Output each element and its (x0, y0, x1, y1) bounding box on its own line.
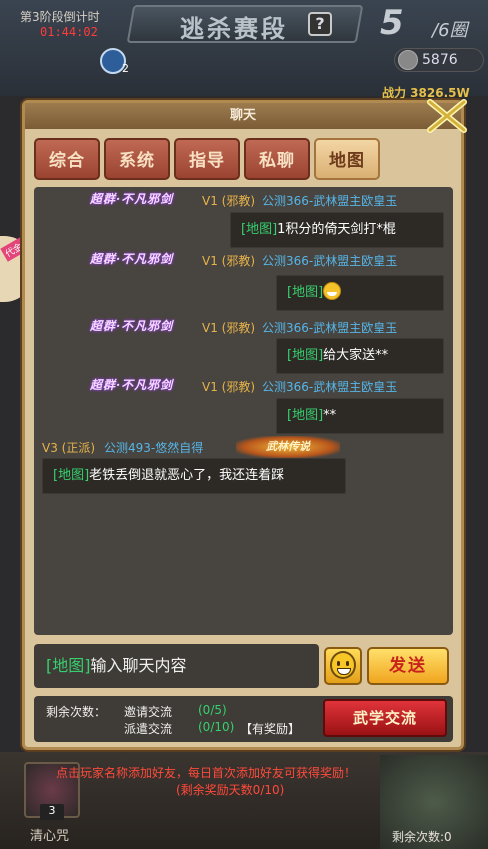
message-text: 老铁丢倒退就恶心了，我还连着踩 (89, 468, 285, 483)
remaining-label: 剩余次数： (46, 705, 107, 719)
send-button[interactable]: 发送 (367, 647, 449, 685)
sender-level: V1 (邪教) (202, 321, 256, 335)
sender-name[interactable]: 公测366-武林盟主欧皇玉 (262, 378, 397, 395)
martial-exchange-button[interactable]: 武学交流 (323, 699, 447, 737)
invite-label: 邀请交流 (124, 705, 173, 719)
sender-level: V3 (正派) (42, 441, 96, 455)
sender-level: V1 (邪教) (202, 254, 256, 268)
mascot-count: 2 (122, 62, 129, 75)
message-bubble: [地图] (276, 275, 444, 311)
sender-name[interactable]: 公测366-武林盟主欧皇玉 (262, 319, 397, 336)
message-channel: [地图] (241, 222, 278, 237)
game-title: 逃杀赛段 (180, 14, 288, 43)
smiley-icon (330, 651, 356, 679)
sender-level: V1 (邪教) (202, 380, 256, 394)
remaining-count: 剩余次数:0 (392, 830, 452, 844)
sender-name[interactable]: 公测493-悠然自得 (104, 439, 203, 456)
reward-days-notice: (剩余奖励天数0/10) (176, 783, 285, 797)
sender-name[interactable]: 公测366-武林盟主欧皇玉 (262, 252, 397, 269)
coin-value: 5876 (422, 52, 458, 68)
sender-title-badge: 超群·不凡邪剑 (90, 252, 174, 266)
item-count: 3 (40, 804, 64, 820)
sender-name[interactable]: 公测366-武林盟主欧皇玉 (262, 192, 397, 209)
input-placeholder: 输入聊天内容 (90, 656, 187, 675)
chat-panel-title: 聊天 (25, 103, 461, 129)
close-icon[interactable] (426, 96, 468, 136)
sender-title-badge: 武林传说 (236, 436, 340, 458)
message-channel: [地图] (287, 348, 324, 363)
invite-count: (0/5) (198, 703, 227, 717)
message-bubble: [地图]1积分的倚天剑打*棍 (230, 212, 444, 248)
message-channel: [地图] (53, 468, 90, 483)
dispatch-count: (0/10) (198, 720, 235, 734)
tab-guide[interactable]: 指导 (174, 138, 240, 180)
message-text: 1积分的倚天剑打*棍 (277, 222, 396, 237)
tab-general[interactable]: 综合 (34, 138, 100, 180)
tab-map[interactable]: 地图 (314, 138, 380, 180)
tab-system[interactable]: 系统 (104, 138, 170, 180)
coin-icon (398, 50, 418, 70)
message-bubble: [地图]老铁丢倒退就恶心了，我还连着踩 (42, 458, 346, 494)
help-icon[interactable]: ? (308, 12, 332, 36)
grin-emoji-icon (323, 282, 342, 300)
sender-title-badge: 超群·不凡邪剑 (90, 192, 174, 206)
tab-private[interactable]: 私聊 (244, 138, 310, 180)
round-total: /6圈 (432, 20, 468, 41)
item-label: 清心咒 (30, 829, 70, 844)
sender-title-badge: 超群·不凡邪剑 (90, 319, 174, 333)
dispatch-label: 派遣交流 (124, 722, 173, 736)
message-text: ** (323, 408, 337, 423)
add-friend-notice: 点击玩家名称添加好友，每日首次添加好友可获得奖励！ (56, 766, 357, 780)
sender-title-badge: 超群·不凡邪剑 (90, 378, 174, 392)
reward-tag: 【有奖励】 (240, 722, 301, 736)
message-bubble: [地图]给大家送** (276, 338, 444, 374)
round-current: 5 (380, 3, 404, 43)
stage-countdown-label: 第3阶段倒计时 (20, 10, 100, 24)
stage-countdown-timer: 01:44:02 (40, 25, 98, 39)
message-channel: [地图] (287, 408, 324, 423)
sender-level: V1 (邪教) (202, 194, 256, 208)
input-channel[interactable]: [地图] (46, 656, 91, 675)
message-text: 给大家送** (323, 348, 389, 363)
chat-input[interactable]: [地图]输入聊天内容 (34, 644, 319, 688)
message-bubble: [地图]** (276, 398, 444, 434)
message-channel: [地图] (287, 285, 324, 300)
